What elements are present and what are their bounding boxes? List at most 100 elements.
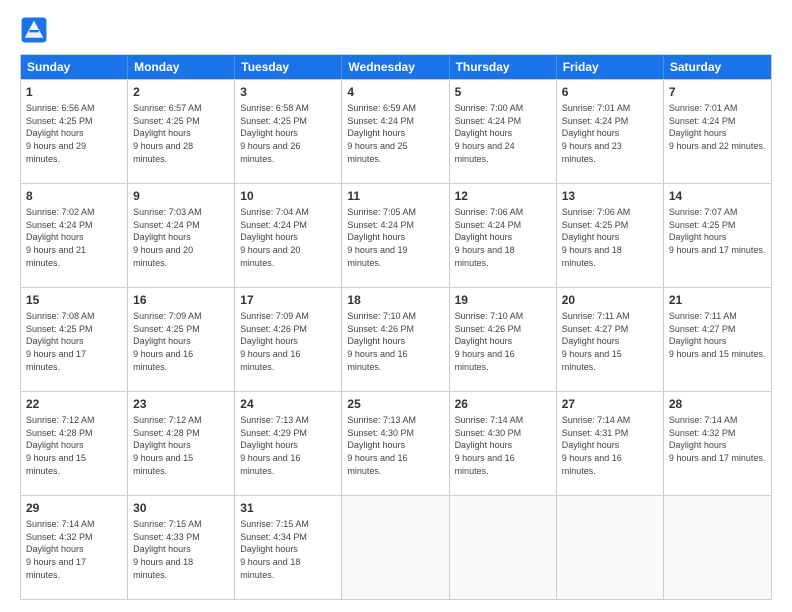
cell-info: Sunrise: 7:11 AMSunset: 4:27 PMDaylight … xyxy=(669,310,766,360)
cell-info: Sunrise: 7:06 AMSunset: 4:24 PMDaylight … xyxy=(455,206,551,269)
cal-cell: 13Sunrise: 7:06 AMSunset: 4:25 PMDayligh… xyxy=(557,184,664,287)
cal-cell: 14Sunrise: 7:07 AMSunset: 4:25 PMDayligh… xyxy=(664,184,771,287)
header-cell-thursday: Thursday xyxy=(450,55,557,79)
day-number: 4 xyxy=(347,84,443,100)
cal-cell: 31 Sunrise: 7:15 AMSunset: 4:34 PMDayligh… xyxy=(235,496,342,599)
cell-info: Sunrise: 7:14 AMSunset: 4:32 PMDaylight … xyxy=(26,518,122,581)
header-cell-friday: Friday xyxy=(557,55,664,79)
day-number: 24 xyxy=(240,396,336,412)
cal-cell: 1 Sunrise: 6:56 AMSunset: 4:25 PMDaylight… xyxy=(21,80,128,183)
cell-info: Sunrise: 7:12 AMSunset: 4:28 PMDaylight … xyxy=(133,414,229,477)
cell-info: Sunrise: 6:59 AMSunset: 4:24 PMDaylight … xyxy=(347,102,443,165)
cal-cell: 27 Sunrise: 7:14 AMSunset: 4:31 PMDayligh… xyxy=(557,392,664,495)
day-number: 5 xyxy=(455,84,551,100)
cell-info: Sunrise: 6:56 AMSunset: 4:25 PMDaylight … xyxy=(26,102,122,165)
calendar-header: SundayMondayTuesdayWednesdayThursdayFrid… xyxy=(21,55,771,79)
day-number: 25 xyxy=(347,396,443,412)
cal-cell: 7 Sunrise: 7:01 AMSunset: 4:24 PMDaylight… xyxy=(664,80,771,183)
cell-info: Sunrise: 7:14 AMSunset: 4:31 PMDaylight … xyxy=(562,414,658,477)
calendar-week-4: 22 Sunrise: 7:12 AMSunset: 4:28 PMDayligh… xyxy=(21,391,771,495)
logo-icon xyxy=(20,16,48,44)
cal-cell: 30Sunrise: 7:15 AMSunset: 4:33 PMDayligh… xyxy=(128,496,235,599)
cal-cell: 19 Sunrise: 7:10 AMSunset: 4:26 PMDayligh… xyxy=(450,288,557,391)
cal-cell: 28 Sunrise: 7:14 AMSunset: 4:32 PMDayligh… xyxy=(664,392,771,495)
cal-cell: 5 Sunrise: 7:00 AMSunset: 4:24 PMDaylight… xyxy=(450,80,557,183)
day-number: 8 xyxy=(26,188,122,204)
cell-info: Sunrise: 7:05 AMSunset: 4:24 PMDaylight … xyxy=(347,206,443,269)
cell-info: Sunrise: 7:09 AMSunset: 4:25 PMDaylight … xyxy=(133,310,229,373)
cell-info: Sunrise: 7:11 AMSunset: 4:27 PMDaylight … xyxy=(562,310,658,373)
cal-cell xyxy=(557,496,664,599)
day-number: 17 xyxy=(240,292,336,308)
day-number: 19 xyxy=(455,292,551,308)
day-number: 31 xyxy=(240,500,336,516)
day-number: 28 xyxy=(669,396,766,412)
cal-cell: 18 Sunrise: 7:10 AMSunset: 4:26 PMDayligh… xyxy=(342,288,449,391)
day-number: 20 xyxy=(562,292,658,308)
cal-cell: 9 Sunrise: 7:03 AMSunset: 4:24 PMDaylight… xyxy=(128,184,235,287)
header-cell-tuesday: Tuesday xyxy=(235,55,342,79)
day-number: 30 xyxy=(133,500,229,516)
cal-cell: 6Sunrise: 7:01 AMSunset: 4:24 PMDaylight… xyxy=(557,80,664,183)
cal-cell: 22 Sunrise: 7:12 AMSunset: 4:28 PMDayligh… xyxy=(21,392,128,495)
cal-cell: 2 Sunrise: 6:57 AMSunset: 4:25 PMDaylight… xyxy=(128,80,235,183)
cal-cell: 23 Sunrise: 7:12 AMSunset: 4:28 PMDayligh… xyxy=(128,392,235,495)
day-number: 10 xyxy=(240,188,336,204)
cal-cell: 17Sunrise: 7:09 AMSunset: 4:26 PMDayligh… xyxy=(235,288,342,391)
cell-info: Sunrise: 7:02 AMSunset: 4:24 PMDaylight … xyxy=(26,206,122,269)
cell-info: Sunrise: 7:13 AMSunset: 4:30 PMDaylight … xyxy=(347,414,443,477)
day-number: 23 xyxy=(133,396,229,412)
day-number: 2 xyxy=(133,84,229,100)
day-number: 7 xyxy=(669,84,766,100)
calendar-week-3: 15Sunrise: 7:08 AMSunset: 4:25 PMDayligh… xyxy=(21,287,771,391)
cal-cell xyxy=(342,496,449,599)
cell-info: Sunrise: 7:07 AMSunset: 4:25 PMDaylight … xyxy=(669,206,766,256)
cal-cell xyxy=(450,496,557,599)
cell-info: Sunrise: 7:01 AMSunset: 4:24 PMDaylight … xyxy=(669,102,766,152)
cal-cell: 8 Sunrise: 7:02 AMSunset: 4:24 PMDaylight… xyxy=(21,184,128,287)
cell-info: Sunrise: 7:12 AMSunset: 4:28 PMDaylight … xyxy=(26,414,122,477)
day-number: 3 xyxy=(240,84,336,100)
cal-cell: 11 Sunrise: 7:05 AMSunset: 4:24 PMDayligh… xyxy=(342,184,449,287)
day-number: 29 xyxy=(26,500,122,516)
cal-cell: 3 Sunrise: 6:58 AMSunset: 4:25 PMDaylight… xyxy=(235,80,342,183)
cal-cell: 16 Sunrise: 7:09 AMSunset: 4:25 PMDayligh… xyxy=(128,288,235,391)
cell-info: Sunrise: 7:10 AMSunset: 4:26 PMDaylight … xyxy=(347,310,443,373)
day-number: 11 xyxy=(347,188,443,204)
header-cell-wednesday: Wednesday xyxy=(342,55,449,79)
day-number: 18 xyxy=(347,292,443,308)
calendar-week-5: 29 Sunrise: 7:14 AMSunset: 4:32 PMDayligh… xyxy=(21,495,771,599)
day-number: 1 xyxy=(26,84,122,100)
calendar-body: 1 Sunrise: 6:56 AMSunset: 4:25 PMDaylight… xyxy=(21,79,771,599)
cell-info: Sunrise: 6:58 AMSunset: 4:25 PMDaylight … xyxy=(240,102,336,165)
day-number: 27 xyxy=(562,396,658,412)
cell-info: Sunrise: 7:14 AMSunset: 4:30 PMDaylight … xyxy=(455,414,551,477)
day-number: 9 xyxy=(133,188,229,204)
header-cell-sunday: Sunday xyxy=(21,55,128,79)
cal-cell: 4 Sunrise: 6:59 AMSunset: 4:24 PMDaylight… xyxy=(342,80,449,183)
cal-cell: 12Sunrise: 7:06 AMSunset: 4:24 PMDayligh… xyxy=(450,184,557,287)
cell-info: Sunrise: 7:14 AMSunset: 4:32 PMDaylight … xyxy=(669,414,766,464)
page: SundayMondayTuesdayWednesdayThursdayFrid… xyxy=(0,0,792,612)
header xyxy=(20,16,772,44)
cell-info: Sunrise: 7:15 AMSunset: 4:34 PMDaylight … xyxy=(240,518,336,581)
cal-cell: 29 Sunrise: 7:14 AMSunset: 4:32 PMDayligh… xyxy=(21,496,128,599)
cell-info: Sunrise: 6:57 AMSunset: 4:25 PMDaylight … xyxy=(133,102,229,165)
calendar-week-1: 1 Sunrise: 6:56 AMSunset: 4:25 PMDaylight… xyxy=(21,79,771,183)
cal-cell: 25 Sunrise: 7:13 AMSunset: 4:30 PMDayligh… xyxy=(342,392,449,495)
cell-info: Sunrise: 7:03 AMSunset: 4:24 PMDaylight … xyxy=(133,206,229,269)
cell-info: Sunrise: 7:10 AMSunset: 4:26 PMDaylight … xyxy=(455,310,551,373)
cal-cell: 10 Sunrise: 7:04 AMSunset: 4:24 PMDayligh… xyxy=(235,184,342,287)
cell-info: Sunrise: 7:04 AMSunset: 4:24 PMDaylight … xyxy=(240,206,336,269)
day-number: 13 xyxy=(562,188,658,204)
day-number: 16 xyxy=(133,292,229,308)
cal-cell xyxy=(664,496,771,599)
cal-cell: 21Sunrise: 7:11 AMSunset: 4:27 PMDayligh… xyxy=(664,288,771,391)
header-cell-monday: Monday xyxy=(128,55,235,79)
calendar-week-2: 8 Sunrise: 7:02 AMSunset: 4:24 PMDaylight… xyxy=(21,183,771,287)
day-number: 22 xyxy=(26,396,122,412)
calendar: SundayMondayTuesdayWednesdayThursdayFrid… xyxy=(20,54,772,600)
cell-info: Sunrise: 7:00 AMSunset: 4:24 PMDaylight … xyxy=(455,102,551,165)
cal-cell: 26Sunrise: 7:14 AMSunset: 4:30 PMDayligh… xyxy=(450,392,557,495)
cal-cell: 24Sunrise: 7:13 AMSunset: 4:29 PMDayligh… xyxy=(235,392,342,495)
